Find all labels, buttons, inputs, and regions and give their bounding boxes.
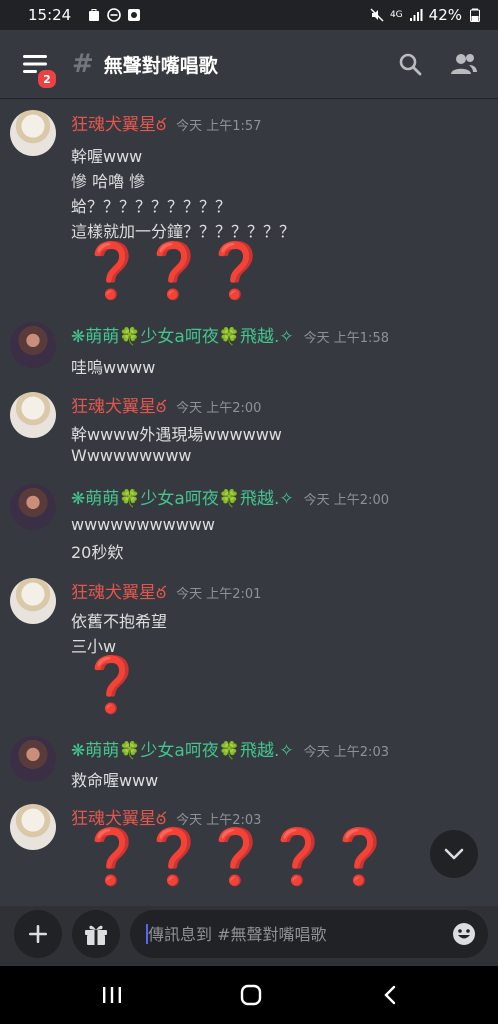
- message-composer: [0, 906, 498, 966]
- message-text[interactable]: 幹喔www: [71, 143, 142, 167]
- hash-icon: #: [72, 49, 94, 79]
- search-icon: [399, 53, 422, 76]
- channel-title: 無聲對嘴唱歌: [103, 54, 218, 77]
- username[interactable]: ❋萌萌🍀少女a呵夜🍀飛越.✧: [71, 484, 294, 509]
- timestamp: 今天 上午2:01: [176, 587, 262, 602]
- emoji-row: ❓ ❓ ❓ ❓ ❓: [78, 830, 393, 884]
- gift-button[interactable]: [72, 910, 120, 958]
- network-type: 4G: [389, 9, 403, 20]
- plus-icon: [29, 925, 47, 943]
- search-button[interactable]: [390, 44, 430, 84]
- username[interactable]: 狂魂犬翼星ఠ: [71, 578, 166, 607]
- message-text[interactable]: 哇嗚wwww: [71, 354, 155, 378]
- status-time: 15:24: [28, 6, 72, 24]
- message-text[interactable]: 慘 哈嚕 慘: [71, 168, 145, 192]
- members-icon: [451, 54, 477, 74]
- question-mark-emoji[interactable]: ❓: [202, 244, 269, 298]
- question-mark-emoji[interactable]: ❓: [326, 830, 393, 884]
- message-list[interactable]: 狂魂犬翼星ఠ 今天 上午1:57 幹喔www 慘 哈嚕 慘 蛤？？？？？？？？？…: [0, 98, 498, 906]
- message-input-box[interactable]: [130, 910, 488, 958]
- username[interactable]: ❋萌萌🍀少女a呵夜🍀飛越.✧: [71, 736, 294, 761]
- smiley-icon[interactable]: [452, 922, 476, 946]
- avatar[interactable]: [10, 736, 56, 782]
- members-button[interactable]: [444, 44, 484, 84]
- question-mark-emoji[interactable]: ❓: [140, 830, 207, 884]
- notification-badge: 2: [36, 68, 58, 90]
- question-mark-emoji[interactable]: ❓: [264, 830, 331, 884]
- avatar[interactable]: [10, 322, 56, 368]
- timestamp: 今天 上午1:57: [176, 119, 262, 134]
- channel-header: 2 # 無聲對嘴唱歌: [0, 30, 498, 98]
- timestamp: 今天 上午2:00: [303, 493, 389, 508]
- recent-apps-icon: [103, 987, 121, 1003]
- message-text[interactable]: 幹wwww外遇現場wwwwww: [71, 421, 282, 445]
- jump-to-present-button[interactable]: [430, 830, 478, 878]
- question-mark-emoji[interactable]: ❓: [78, 830, 145, 884]
- message-text[interactable]: 救命喔www: [71, 767, 158, 791]
- back-chevron-icon: [384, 985, 396, 1005]
- timestamp: 今天 上午1:58: [303, 331, 389, 346]
- username[interactable]: 狂魂犬翼星ఠ: [71, 110, 166, 139]
- android-nav-bar: [0, 966, 498, 1024]
- battery-icon: [470, 8, 480, 22]
- avatar[interactable]: [10, 578, 56, 624]
- message-text[interactable]: wwwwwwwwwww: [71, 515, 215, 534]
- gift-icon: [85, 925, 107, 945]
- question-mark-emoji[interactable]: ❓: [78, 244, 145, 298]
- chevron-down-icon: [444, 848, 464, 860]
- avatar[interactable]: [10, 804, 56, 850]
- message-input[interactable]: [146, 923, 442, 945]
- home-button[interactable]: [236, 980, 266, 1010]
- message-text[interactable]: 依舊不抱希望: [71, 608, 167, 632]
- emoji-row: ❓ ❓ ❓: [78, 244, 269, 298]
- timestamp: 今天 上午2:00: [176, 401, 262, 416]
- avatar[interactable]: [10, 392, 56, 438]
- avatar[interactable]: [10, 110, 56, 156]
- status-bar: 15:24 4G 42%: [0, 0, 498, 30]
- message-text[interactable]: Wwwwwwwww: [71, 446, 192, 465]
- username[interactable]: 狂魂犬翼星ఠ: [71, 392, 166, 421]
- signal-icon: [409, 9, 423, 21]
- question-mark-emoji[interactable]: ❓: [140, 244, 207, 298]
- text-caret: [146, 924, 148, 944]
- store-notification-icon: [89, 9, 100, 21]
- emoji-row: ❓: [78, 658, 145, 712]
- message-text[interactable]: 蛤？？？？？？？？？: [71, 193, 231, 217]
- mute-icon: [370, 8, 384, 22]
- username[interactable]: ❋萌萌🍀少女a呵夜🍀飛越.✧: [71, 322, 294, 347]
- recent-apps-button[interactable]: [97, 980, 127, 1010]
- home-icon: [240, 984, 262, 1006]
- back-button[interactable]: [375, 980, 405, 1010]
- screenshot-icon: [128, 9, 141, 21]
- battery-percent: 42%: [428, 6, 462, 24]
- question-mark-emoji[interactable]: ❓: [202, 830, 269, 884]
- timestamp: 今天 上午2:03: [303, 745, 389, 760]
- do-not-disturb-icon: [107, 8, 122, 22]
- avatar[interactable]: [10, 484, 56, 530]
- menu-button[interactable]: 2: [20, 49, 58, 90]
- question-mark-emoji[interactable]: ❓: [78, 658, 145, 712]
- add-attachment-button[interactable]: [14, 910, 62, 958]
- message-text[interactable]: 20秒欸: [71, 539, 123, 563]
